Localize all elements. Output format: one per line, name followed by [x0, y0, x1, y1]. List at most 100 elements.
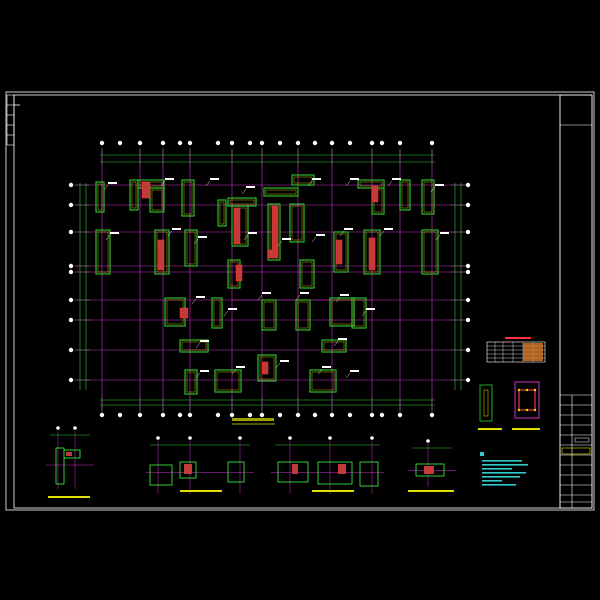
detail-d-title-bar — [408, 490, 454, 492]
axis-bubble-top-extra-3 — [247, 140, 253, 146]
wall-tag-8 — [110, 232, 119, 234]
detail-a-bubble-0 — [56, 426, 60, 430]
wall-tag-3 — [246, 186, 255, 188]
axis-bubble-bottom-5 — [259, 412, 265, 418]
section-2-bar-0 — [517, 388, 521, 392]
axis-bubble-top-2 — [160, 140, 166, 146]
table-title-bar — [505, 337, 531, 339]
detail-c-title-bar — [312, 490, 354, 492]
axis-bubble-left-7 — [68, 347, 74, 353]
axis-bubble-left-0 — [68, 182, 74, 188]
wall-core-1 — [233, 207, 241, 245]
detail-c-core-1 — [338, 464, 346, 474]
axis-bubble-bottom-9 — [397, 412, 403, 418]
axis-bubble-top-7 — [329, 140, 335, 146]
wall-tag-16 — [440, 232, 449, 234]
wall-tag-12 — [282, 238, 291, 240]
detail-d-core — [424, 466, 434, 474]
axis-bubble-bottom-extra-4 — [277, 412, 283, 418]
axis-bubble-right-1 — [465, 202, 471, 208]
wall-tag-23 — [200, 340, 209, 342]
notes-line-1 — [482, 464, 528, 466]
wall-tag-17 — [196, 296, 205, 298]
axis-bubble-top-9 — [397, 140, 403, 146]
detail-b-core — [184, 464, 192, 474]
table-highlight-column — [523, 343, 543, 361]
axis-bubble-top-6 — [295, 140, 301, 146]
axis-bubble-right-3 — [465, 263, 471, 269]
wall-core-3 — [271, 205, 279, 255]
axis-bubble-bottom-1 — [137, 412, 143, 418]
detail-d-bubble-0 — [426, 439, 430, 443]
axis-bubble-bottom-0 — [99, 412, 105, 418]
axis-bubble-top-extra-2 — [215, 140, 221, 146]
cad-drawing-canvas — [0, 0, 600, 600]
wall-tag-22 — [366, 308, 375, 310]
wall-tag-25 — [200, 370, 209, 372]
wall-tag-13 — [316, 234, 325, 236]
axis-bubble-bottom-4 — [229, 412, 235, 418]
wall-core-8 — [335, 239, 343, 265]
axis-bubble-bottom-7 — [329, 412, 335, 418]
axis-bubble-top-0 — [99, 140, 105, 146]
section-1-title-bar — [478, 428, 502, 430]
axis-bubble-left-6 — [68, 317, 74, 323]
wall-tag-0 — [108, 182, 117, 184]
wall-core-7 — [371, 185, 379, 203]
section-2-title-bar — [512, 428, 540, 430]
wall-tag-7 — [435, 184, 444, 186]
axis-bubble-top-extra-4 — [277, 140, 283, 146]
axis-bubble-left-3 — [68, 263, 74, 269]
axis-bubble-right-5 — [465, 297, 471, 303]
axis-bubble-left-4 — [68, 269, 74, 275]
notes-line-3 — [482, 472, 526, 474]
axis-bubble-top-extra-6 — [347, 140, 353, 146]
axis-bubble-right-0 — [465, 182, 471, 188]
axis-bubble-right-6 — [465, 317, 471, 323]
detail-b-bubble-1 — [188, 436, 192, 440]
axis-bubble-bottom-extra-0 — [117, 412, 123, 418]
wall-tag-9 — [172, 228, 181, 230]
axis-bubble-bottom-3 — [187, 412, 193, 418]
section-2-bar-4 — [525, 388, 529, 392]
axis-bubble-top-8 — [369, 140, 375, 146]
wall-core-2 — [235, 264, 243, 282]
section-2-bar-5 — [525, 408, 529, 412]
axis-bubble-left-1 — [68, 202, 74, 208]
notes-line-5 — [482, 480, 502, 482]
axis-bubble-top-3 — [187, 140, 193, 146]
axis-bubble-bottom-extra-3 — [247, 412, 253, 418]
axis-bubble-top-extra-7 — [379, 140, 385, 146]
wall-tag-14 — [344, 228, 353, 230]
wall-tag-26 — [236, 366, 245, 368]
axis-bubble-top-1 — [137, 140, 143, 146]
notes-line-4 — [482, 476, 520, 478]
wall-tag-18 — [228, 308, 237, 310]
notes-heading-mark — [480, 452, 484, 456]
section-2-bar-3 — [533, 408, 537, 412]
axis-bubble-top-5 — [259, 140, 265, 146]
wall-tag-19 — [262, 292, 271, 294]
axis-bubble-bottom-extra-6 — [347, 412, 353, 418]
wall-tag-24 — [338, 338, 347, 340]
axis-bubble-right-2 — [465, 229, 471, 235]
wall-tag-15 — [384, 228, 393, 230]
axis-bubble-left-2 — [68, 229, 74, 235]
axis-bubble-left-5 — [68, 297, 74, 303]
axis-bubble-bottom-extra-5 — [312, 412, 318, 418]
wall-tag-5 — [350, 178, 359, 180]
axis-bubble-left-8 — [68, 377, 74, 383]
detail-a-title-bar — [48, 496, 90, 498]
detail-b-title-bar — [180, 490, 222, 492]
wall-tag-6 — [392, 178, 401, 180]
main-plan-title-bar — [232, 418, 274, 421]
wall-core-5 — [179, 307, 189, 319]
axis-bubble-bottom-extra-7 — [379, 412, 385, 418]
notes-line-0 — [482, 460, 522, 462]
wall-core-4 — [267, 249, 279, 259]
axis-bubble-right-4 — [465, 269, 471, 275]
axis-bubble-bottom-2 — [160, 412, 166, 418]
axis-bubble-top-10 — [429, 140, 435, 146]
axis-bubble-bottom-8 — [369, 412, 375, 418]
axis-bubble-right-7 — [465, 347, 471, 353]
